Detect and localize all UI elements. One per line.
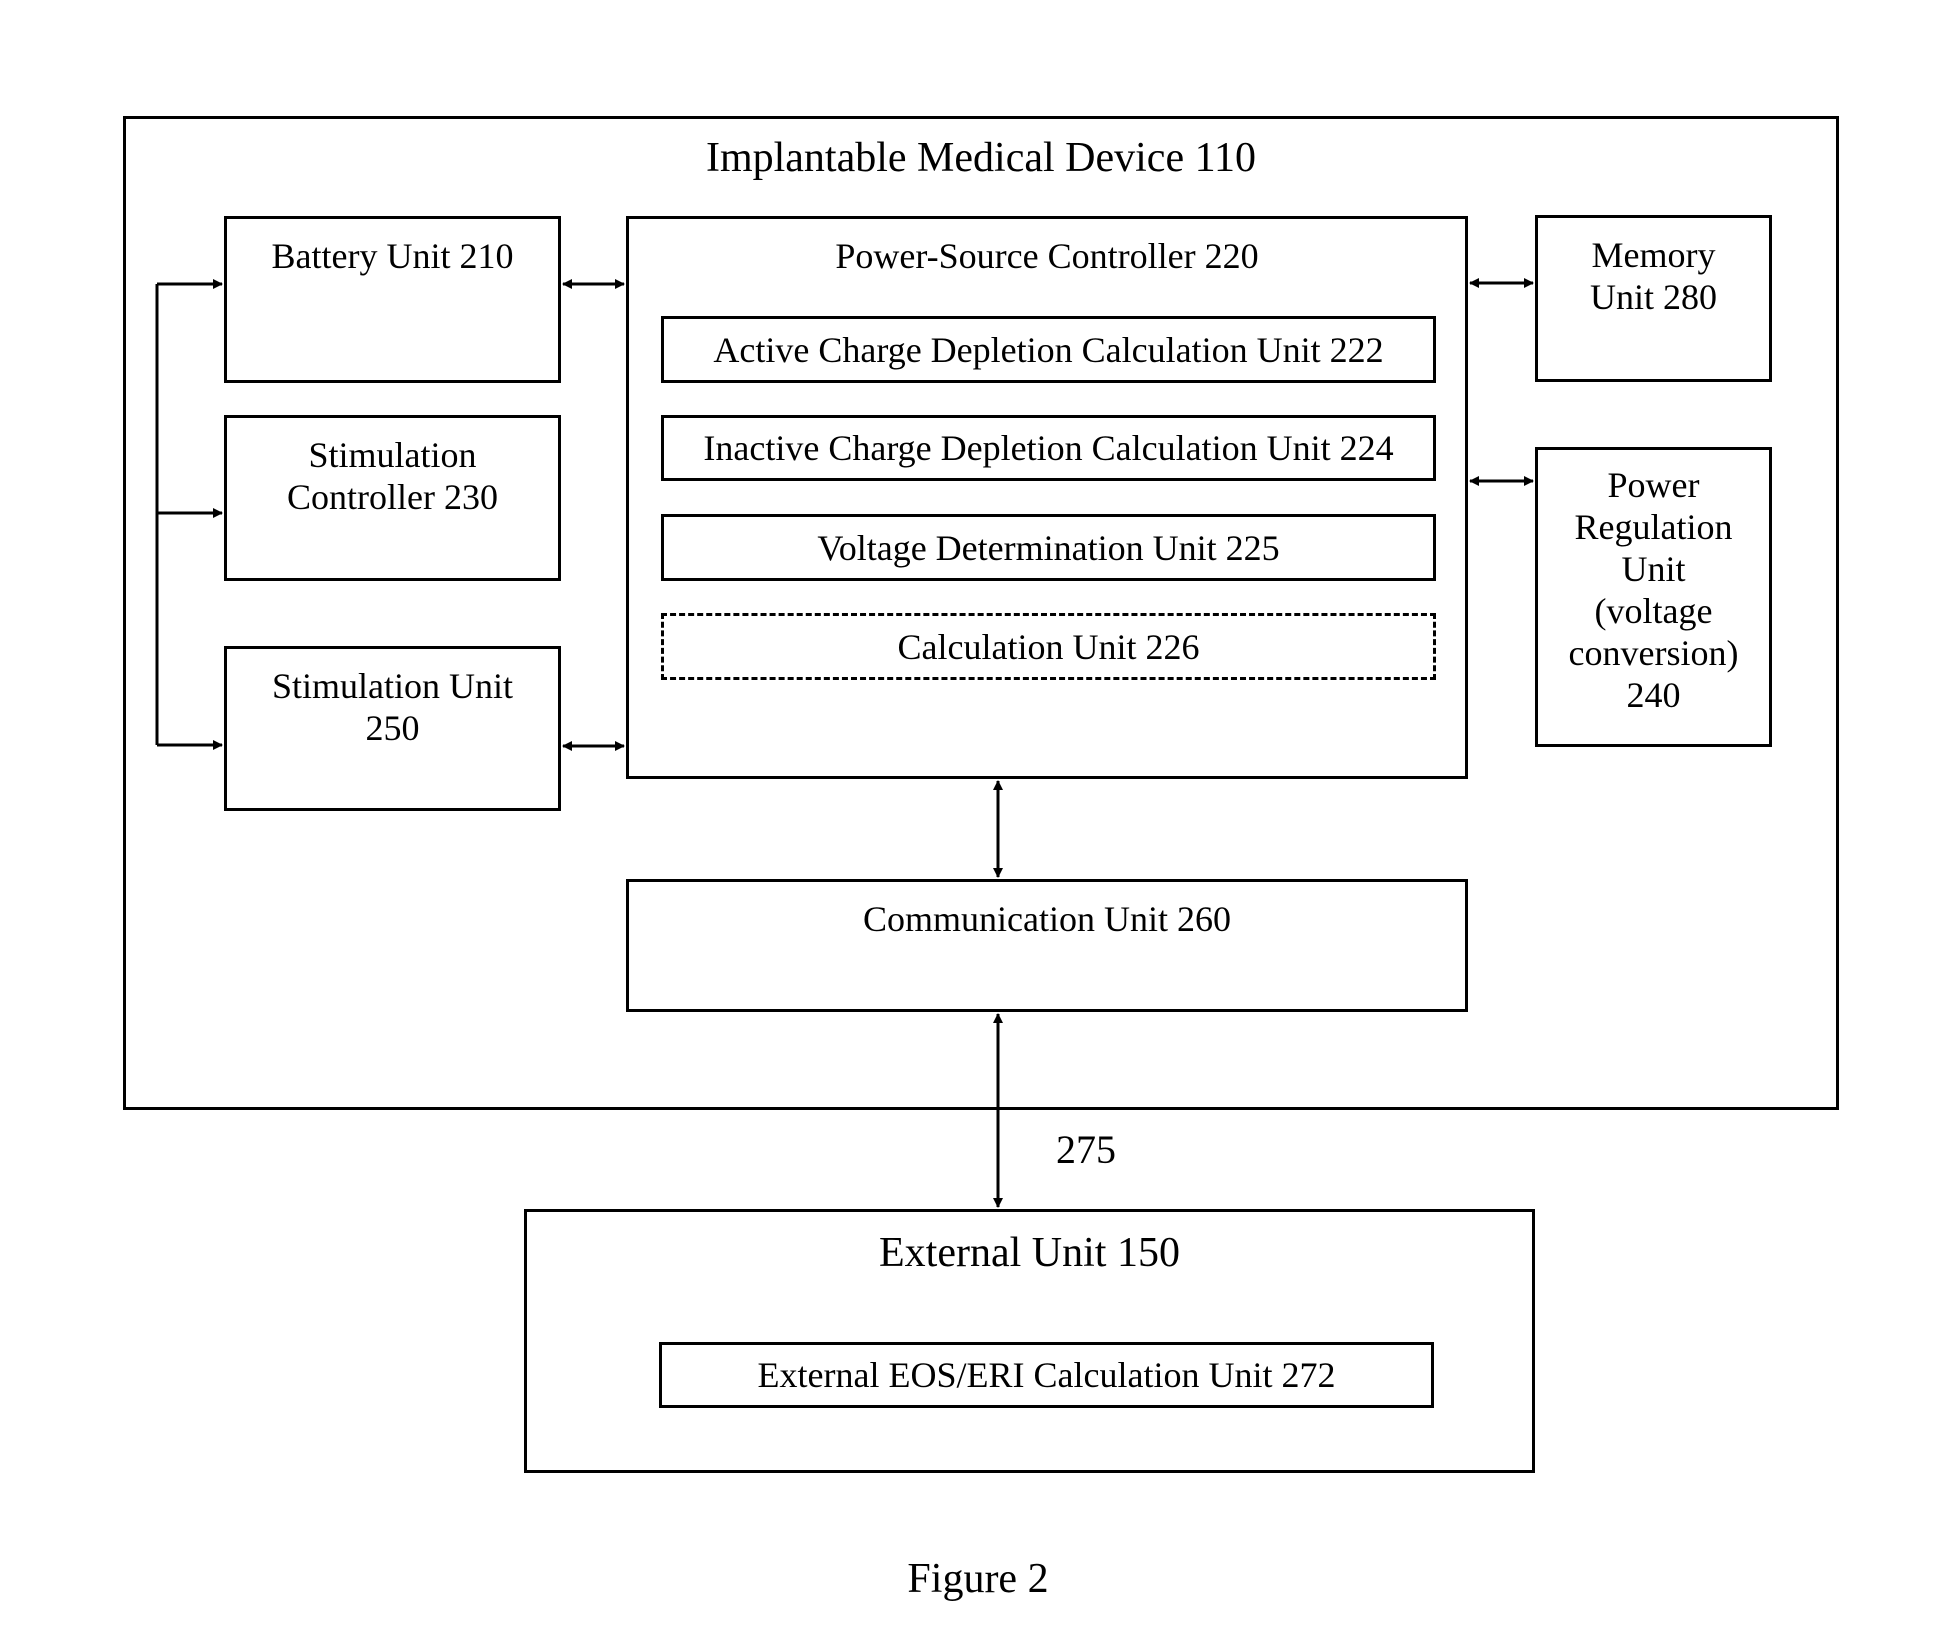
- connectors: [155, 278, 1534, 1208]
